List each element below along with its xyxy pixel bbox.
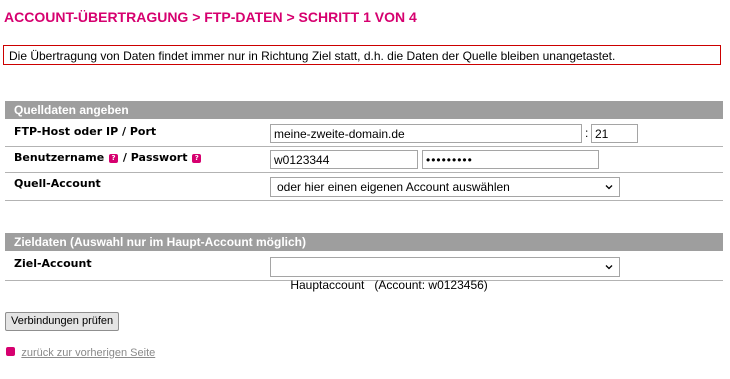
- row-credentials: Benutzername ? / Passwort ?: [5, 147, 723, 173]
- arrow-back-icon: [6, 347, 15, 356]
- section-header-source: Quelldaten angeben: [5, 101, 723, 119]
- source-account-label: Quell-Account: [14, 177, 101, 190]
- chevron-down-icon: [605, 265, 613, 270]
- page-title: ACCOUNT-ÜBERTRAGUNG > FTP-DATEN > SCHRIT…: [4, 9, 417, 25]
- port-separator: :: [585, 126, 589, 140]
- target-account-label: Ziel-Account: [14, 257, 92, 270]
- help-icon[interactable]: ?: [109, 154, 119, 163]
- back-link-row: zurück zur vorherigen Seite: [5, 345, 155, 359]
- help-icon[interactable]: ?: [192, 154, 202, 163]
- section-header-target: Zieldaten (Auswahl nur im Haupt-Account …: [5, 233, 723, 251]
- row-ftp-host: FTP-Host oder IP / Port :: [5, 121, 723, 147]
- target-account-selected: Hauptaccount (Account: w0123456): [290, 278, 488, 292]
- target-account-select[interactable]: Hauptaccount (Account: w0123456): [270, 257, 620, 292]
- row-source-account: Quell-Account oder hier einen eigenen Ac…: [5, 173, 723, 201]
- password-label: / Passwort: [122, 151, 188, 164]
- username-input[interactable]: [270, 150, 418, 169]
- check-connections-button[interactable]: Verbindungen prüfen: [5, 312, 120, 331]
- ftp-host-input[interactable]: [270, 124, 582, 143]
- back-link[interactable]: zurück zur vorherigen Seite: [21, 347, 155, 359]
- chevron-down-icon: [605, 185, 613, 190]
- port-input[interactable]: [591, 124, 638, 143]
- info-notice: Die Übertragung von Daten findet immer n…: [3, 45, 721, 65]
- source-account-selected: oder hier einen eigenen Account auswähle…: [277, 180, 510, 194]
- password-input[interactable]: [422, 150, 599, 169]
- row-target-account: Ziel-Account Hauptaccount (Account: w012…: [5, 252, 723, 292]
- source-account-select[interactable]: oder hier einen eigenen Account auswähle…: [270, 177, 620, 197]
- ftp-host-label: FTP-Host oder IP / Port: [14, 125, 157, 138]
- username-label: Benutzername: [14, 151, 105, 164]
- credentials-label: Benutzername ? / Passwort ?: [14, 151, 202, 164]
